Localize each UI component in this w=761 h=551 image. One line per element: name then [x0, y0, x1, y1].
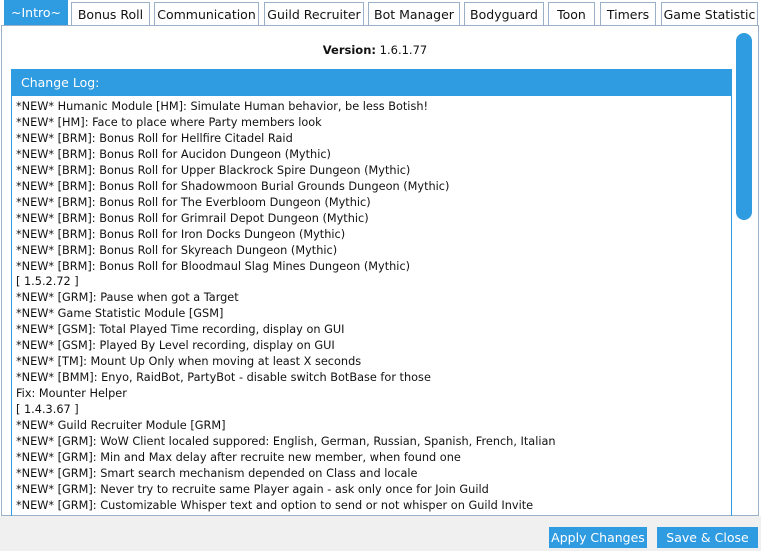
tab-toon[interactable]: Toon	[548, 2, 595, 26]
changelog-line: *NEW* [BRM]: Bonus Roll for Aucidon Dung…	[16, 147, 331, 161]
tab-communication[interactable]: Communication	[154, 2, 259, 26]
changelog-line: *NEW* [BRM]: Bonus Roll for Shadowmoon B…	[16, 179, 450, 193]
version-label: Version:	[322, 43, 376, 57]
intro-panel: Version: 1.6.1.77 Change Log: *NEW* Huma…	[1, 25, 759, 516]
changelog-scrollbar[interactable]	[735, 32, 753, 514]
changelog-line: *NEW* [GRM]: Customizable Whisper text a…	[16, 498, 534, 512]
changelog-line: *NEW* [BRM]: Bonus Roll for Hellfire Cit…	[16, 131, 293, 145]
tab-guild-recruiter[interactable]: Guild Recruiter	[264, 2, 364, 26]
tab-game-statistic[interactable]: Game Statistic	[661, 2, 758, 26]
changelog-line: *NEW* [GRM]: WoW Client localed suppored…	[16, 435, 556, 449]
footer-bar: Apply Changes Save & Close	[0, 516, 761, 551]
changelog-line: *NEW* [GRM]: Smart search mechanism depe…	[16, 466, 418, 480]
changelog-line: *NEW* [GRM]: Pause when got a Target	[16, 291, 239, 305]
changelog-line: *NEW* [GRM]: Never try to recruite same …	[16, 482, 489, 496]
changelog-box: Change Log: *NEW* Humanic Module [HM]: S…	[11, 69, 732, 516]
changelog-title: Change Log:	[12, 70, 731, 96]
changelog-line: *NEW* Game Statistic Module [GSM]	[16, 307, 224, 321]
changelog-line: *NEW* [TM]: Mount Up Only when moving at…	[16, 355, 362, 369]
changelog-line: *NEW* [BRM]: Bonus Roll for The Everbloo…	[16, 195, 371, 209]
changelog-line: *NEW* [HM]: Face to place where Party me…	[16, 115, 322, 129]
tab-timers[interactable]: Timers	[600, 2, 656, 26]
changelog-line: *NEW* Humanic Module [HM]: Simulate Huma…	[16, 100, 429, 113]
tab-bodyguard[interactable]: Bodyguard	[464, 2, 544, 26]
tab-bonus-roll[interactable]: Bonus Roll	[71, 2, 150, 26]
tab-bot-manager[interactable]: Bot Manager	[368, 2, 460, 26]
changelog-line: [ 1.5.2.72 ]	[16, 275, 79, 289]
changelog-line: *NEW* [BRM]: Bonus Roll for Upper Blackr…	[16, 163, 411, 177]
changelog-line: *NEW* [BRM]: Bonus Roll for Grimrail Dep…	[16, 211, 369, 225]
changelog-line: Fix: Mounter Helper	[16, 387, 127, 401]
save-close-button[interactable]: Save & Close	[657, 527, 758, 548]
version-value: 1.6.1.77	[379, 43, 428, 57]
apply-changes-button[interactable]: Apply Changes	[549, 527, 647, 548]
changelog-line: *NEW* [BRM]: Bonus Roll for Bloodmaul Sl…	[16, 259, 411, 273]
changelog-line: *NEW* [BRM]: Bonus Roll for Iron Docks D…	[16, 227, 346, 241]
changelog-line: *NEW* [GRM]: Min and Max delay after rec…	[16, 450, 461, 464]
changelog-line: *NEW* [GSM]: Total Played Time recording…	[16, 323, 345, 337]
changelog-line: *NEW* [GSM]: Played By Level recording, …	[16, 339, 335, 353]
tab-bar: ~Intro~ Bonus Roll Communication Guild R…	[0, 0, 761, 27]
scrollbar-thumb[interactable]	[736, 33, 752, 220]
changelog-line: *NEW* [BMM]: Enyo, RaidBot, PartyBot - d…	[16, 371, 431, 385]
changelog-text[interactable]: *NEW* Humanic Module [HM]: Simulate Huma…	[12, 96, 731, 514]
tab-intro[interactable]: ~Intro~	[4, 0, 68, 27]
changelog-line: [ 1.4.3.67 ]	[16, 403, 79, 417]
version-line: Version: 1.6.1.77	[2, 43, 748, 57]
changelog-line: *NEW* [BRM]: Bonus Roll for Skyreach Dun…	[16, 243, 338, 257]
changelog-line: *NEW* Guild Recruiter Module [GRM]	[16, 419, 226, 433]
